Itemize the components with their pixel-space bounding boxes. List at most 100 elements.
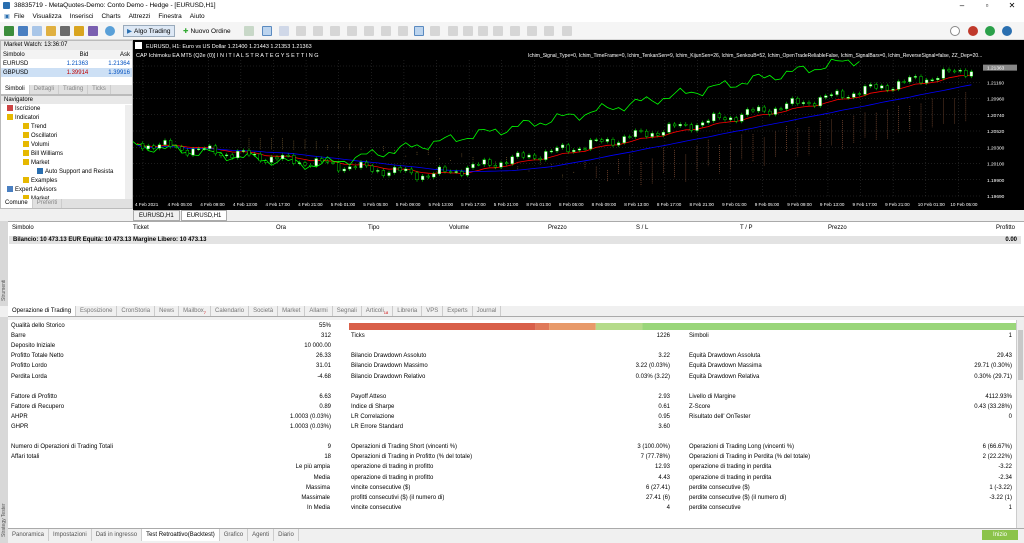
scrollbar-thumb[interactable] — [1018, 330, 1023, 380]
menu-tools[interactable]: Attrezzi — [129, 13, 159, 20]
new-order-button[interactable]: ✚ Nuovo Ordine — [180, 25, 234, 37]
tab-trade[interactable]: Operazione di Trading — [8, 306, 77, 316]
col-sl[interactable]: S / L — [636, 225, 648, 231]
nav-item-auto-support[interactable]: Auto Support and Resista — [37, 168, 132, 177]
tab-inputs[interactable]: Dati in ingresso — [92, 529, 143, 541]
symbol-row[interactable]: EURUSD 1.21363 1.21364 — [1, 59, 132, 68]
text-icon[interactable] — [527, 26, 537, 36]
symbol-row[interactable]: GBPUSD 1.39914 1.39916 — [1, 68, 132, 77]
col-ticket[interactable]: Ticket — [133, 225, 149, 231]
account-icon[interactable] — [968, 26, 978, 36]
crosshair-icon[interactable] — [430, 26, 440, 36]
tab-favorites[interactable]: Preferiti — [33, 199, 63, 208]
col-type[interactable]: Tipo — [368, 225, 379, 231]
search-icon[interactable] — [950, 26, 960, 36]
chart-tab[interactable]: EURUSD,H1 — [133, 210, 180, 221]
tab-alerts[interactable]: Allarmi — [305, 306, 333, 316]
channel-icon[interactable] — [493, 26, 503, 36]
col-ask[interactable]: Ask — [90, 50, 132, 59]
col-price2[interactable]: Prezzo — [828, 225, 847, 231]
nav-item-examples[interactable]: Examples — [23, 177, 57, 186]
col-profit[interactable]: Profitto — [996, 225, 1015, 231]
nav-item-indicators[interactable]: Indicatori — [7, 114, 39, 123]
toolbox-strip[interactable]: Strumenti — [0, 221, 8, 306]
col-time[interactable]: Ora — [276, 225, 286, 231]
tab-exposure[interactable]: Esposizione — [76, 306, 118, 316]
nav-item-market[interactable]: Market — [23, 159, 49, 168]
tab-common[interactable]: Comune — [1, 199, 33, 208]
tab-experts[interactable]: Experts — [443, 306, 473, 316]
bar-chart-icon[interactable] — [244, 26, 254, 36]
chart-menu-icon[interactable] — [135, 42, 142, 49]
autoscroll-icon[interactable] — [347, 26, 357, 36]
shapes-icon[interactable] — [544, 26, 554, 36]
menu-app-icon[interactable]: ▣ — [0, 13, 14, 20]
indicators-icon[interactable] — [381, 26, 391, 36]
tab-graph[interactable]: Grafico — [220, 529, 249, 541]
zoom-out-icon[interactable] — [313, 26, 323, 36]
tab-company[interactable]: Società — [249, 306, 279, 316]
nav-item-volumes[interactable]: Volumi — [23, 141, 49, 150]
col-volume[interactable]: Volume — [449, 225, 469, 231]
zoom-in-icon[interactable] — [296, 26, 306, 36]
grid-icon[interactable] — [330, 26, 340, 36]
vertical-line-icon[interactable] — [448, 26, 458, 36]
fibonacci-icon[interactable] — [510, 26, 520, 36]
new-chart-icon[interactable] — [4, 26, 14, 36]
tab-mailbox[interactable]: Mailbox7 — [179, 306, 212, 316]
nav-item-oscillators[interactable]: Oscillatori — [23, 132, 57, 141]
col-symbol[interactable]: Simbolo — [12, 225, 34, 231]
profiles-icon[interactable] — [18, 26, 28, 36]
community-icon[interactable] — [1002, 26, 1012, 36]
terminal-icon[interactable] — [60, 26, 70, 36]
report-scrollbar[interactable] — [1016, 320, 1024, 528]
start-button[interactable]: Inizio — [982, 530, 1018, 540]
tab-library[interactable]: Libreria — [393, 306, 423, 316]
menu-insert[interactable]: Inserisci — [70, 13, 102, 20]
line-chart-icon[interactable] — [279, 26, 289, 36]
tester-strip[interactable]: Strategy Tester — [0, 317, 8, 543]
tab-calendar[interactable]: Calendario — [211, 306, 250, 316]
close-button[interactable]: ✕ — [1000, 0, 1024, 11]
col-bid[interactable]: Bid — [49, 50, 91, 59]
nav-item-subscriptions[interactable]: Iscrizione — [7, 105, 40, 114]
chart-tab-active[interactable]: EURUSD,H1 — [180, 210, 228, 221]
tab-ticks[interactable]: Ticks — [88, 85, 111, 94]
col-price[interactable]: Prezzo — [548, 225, 567, 231]
tab-settings[interactable]: Impostazioni — [49, 529, 92, 541]
nav-item-trend[interactable]: Trend — [23, 123, 46, 132]
algo-trading-button[interactable]: ▶ Algo Trading — [123, 25, 175, 37]
data-window-icon[interactable] — [74, 26, 84, 36]
maximize-button[interactable]: ▫ — [975, 0, 999, 11]
tab-articles[interactable]: Articoli18 — [362, 306, 394, 316]
tab-trading[interactable]: Trading — [59, 85, 89, 94]
nav-item-bill-williams[interactable]: Bill Williams — [23, 150, 63, 159]
tab-backtest[interactable]: Test Retroattivo(Backtest) — [142, 529, 220, 541]
nav-item-expert-advisors[interactable]: Expert Advisors — [7, 186, 57, 195]
periods-icon[interactable] — [398, 26, 408, 36]
col-symbol[interactable]: Simbolo — [1, 50, 49, 59]
tab-details[interactable]: Dettagli — [30, 85, 60, 94]
menu-view[interactable]: Visualizza — [32, 13, 69, 20]
menu-window[interactable]: Finestra — [158, 13, 189, 20]
tab-symbols[interactable]: Simboli — [1, 85, 30, 94]
chart-window[interactable]: EURUSD, H1: Euro vs US Dollar 1.21400 1.… — [24, 40, 1024, 210]
chart-shift-icon[interactable] — [364, 26, 374, 36]
tab-signals[interactable]: Segnali — [333, 306, 362, 316]
price-chart[interactable]: EURUSD, H1: Euro vs US Dollar 1.21400 1.… — [24, 40, 1024, 210]
tab-vps[interactable]: VPS — [422, 306, 444, 316]
minimize-button[interactable]: – — [950, 0, 974, 11]
navigator-scrollbar[interactable] — [125, 105, 132, 201]
tab-history[interactable]: CronStoria — [117, 306, 156, 316]
tab-journal[interactable]: Diario — [274, 529, 299, 541]
navigator-icon[interactable] — [46, 26, 56, 36]
cursor-icon[interactable] — [414, 26, 424, 36]
col-tp[interactable]: T / P — [740, 225, 753, 231]
menu-help[interactable]: Aiuto — [190, 13, 213, 20]
tab-news[interactable]: News — [155, 306, 180, 316]
candlestick-icon[interactable] — [262, 26, 272, 36]
objects-menu-icon[interactable] — [562, 26, 572, 36]
menu-file[interactable]: File — [14, 13, 32, 20]
signals-icon[interactable] — [985, 26, 995, 36]
tab-agents[interactable]: Agenti — [248, 529, 275, 541]
